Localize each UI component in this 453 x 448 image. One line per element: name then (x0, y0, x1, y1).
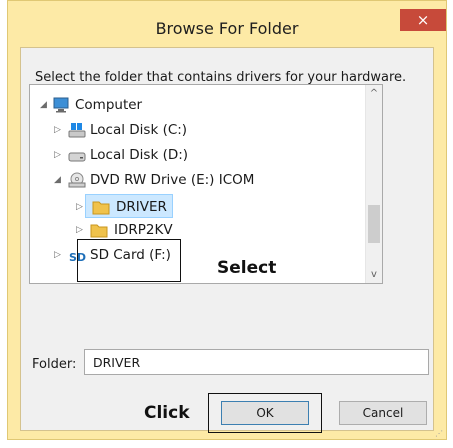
collapsed-arrow-icon[interactable]: ▷ (76, 195, 86, 219)
tree-item-label: DRIVER (116, 199, 167, 215)
collapsed-arrow-icon[interactable]: ▷ (54, 243, 64, 267)
select-annotation: Select (217, 258, 277, 278)
tree-item-driver[interactable]: ▷ DRIVER (76, 194, 173, 218)
close-button[interactable]: × (400, 9, 446, 31)
drive-icon (68, 147, 86, 163)
tree-item-computer[interactable]: ◢ Computer (30, 93, 350, 117)
scroll-up-icon[interactable]: ^ (366, 85, 382, 102)
expanded-arrow-icon[interactable]: ◢ (40, 93, 50, 117)
screenshot-canvas: Browse For Folder × Select the folder th… (0, 0, 453, 448)
select-callout-box (77, 239, 181, 282)
windows-drive-icon (68, 122, 86, 138)
instruction-text: Select the folder that contains drivers … (35, 70, 407, 85)
folder-field-label: Folder: (32, 357, 77, 372)
folder-input[interactable]: DRIVER (84, 349, 429, 375)
title-bar[interactable]: Browse For Folder × (8, 1, 446, 38)
click-annotation: Click (144, 403, 190, 423)
scroll-down-icon[interactable]: v (366, 266, 382, 283)
cancel-button[interactable]: Cancel (339, 401, 427, 425)
tree-scrollbar[interactable]: ^ v (365, 85, 382, 283)
computer-icon (52, 97, 70, 113)
tree-item-label: DVD RW Drive (E:) ICOM (90, 172, 255, 188)
tree-item-local-disk-d[interactable]: ▷ Local Disk (D:) (30, 143, 350, 167)
expanded-arrow-icon[interactable]: ◢ (54, 168, 64, 192)
tree-item-label: Local Disk (C:) (90, 122, 188, 138)
tree-item-label: Computer (75, 97, 143, 113)
resize-grip-icon[interactable]: ⋰ (435, 429, 443, 438)
ok-button[interactable]: OK (221, 401, 309, 425)
collapsed-arrow-icon[interactable]: ▷ (54, 143, 64, 167)
tree-item-dvd-drive[interactable]: ◢ DVD RW Drive (E:) ICOM (30, 168, 350, 192)
tree-item-label: Local Disk (D:) (90, 147, 189, 163)
tree-item-local-disk-c[interactable]: ▷ Local Disk (C:) (30, 118, 350, 142)
dialog-title: Browse For Folder (155, 19, 299, 38)
collapsed-arrow-icon[interactable]: ▷ (54, 118, 64, 142)
scroll-thumb[interactable] (368, 205, 380, 243)
dvd-drive-icon (68, 172, 86, 188)
folder-icon (92, 199, 110, 215)
folder-icon (90, 222, 108, 238)
